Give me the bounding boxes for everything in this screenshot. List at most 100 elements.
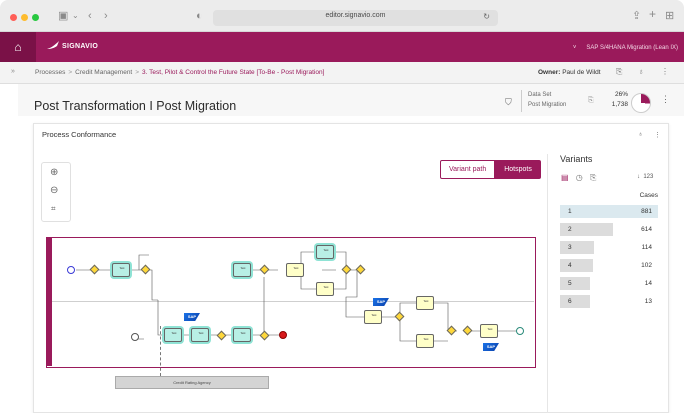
sort-control[interactable]: ↓ 123 bbox=[637, 174, 653, 180]
variants-title: Variants bbox=[560, 154, 593, 164]
task-label: Task bbox=[240, 267, 246, 270]
breadcrumb: Processes > Credit Management >3. Test, Pil… bbox=[35, 69, 324, 76]
variant-cases-bar bbox=[560, 259, 594, 272]
dataset-selector[interactable]: Data Set Post Migration ⎘ bbox=[521, 90, 594, 112]
variant-row[interactable]: 2 614 bbox=[560, 223, 658, 236]
copy-icon[interactable]: ⎘ bbox=[590, 173, 596, 182]
process-diagram[interactable]: Task Task Task SAP Task Task Task Task T… bbox=[46, 237, 536, 368]
breadcrumb-current[interactable]: 3. Test, Pilot & Control the Future Stat… bbox=[142, 69, 324, 76]
bpmn-task[interactable]: Task bbox=[233, 263, 251, 277]
bulb-icon[interactable]: ♁ bbox=[638, 67, 644, 76]
task-label: Task bbox=[240, 332, 246, 335]
bulb-icon[interactable]: ♁ bbox=[638, 131, 643, 138]
bpmn-task[interactable]: Task bbox=[316, 282, 334, 296]
clock-icon[interactable]: ◷ bbox=[576, 173, 583, 182]
workspace-selector[interactable]: ˅ SAP S/4HANA Migration (Lean IX) bbox=[573, 45, 678, 51]
breadcrumb-item[interactable]: Credit Management bbox=[75, 69, 132, 76]
tab-overview-icon[interactable]: ⊞ bbox=[665, 9, 674, 23]
coverage-pie-icon bbox=[631, 93, 651, 113]
message-end-event[interactable] bbox=[516, 327, 524, 335]
forward-icon[interactable]: › bbox=[104, 9, 108, 23]
variant-row[interactable]: 1 881 bbox=[560, 205, 658, 218]
maximize-window-button[interactable] bbox=[32, 14, 39, 21]
expand-sidebar-icon[interactable]: » bbox=[11, 68, 15, 75]
back-icon[interactable]: ‹ bbox=[88, 9, 92, 23]
task-label: Task bbox=[323, 249, 329, 252]
bpmn-task[interactable]: Task bbox=[480, 324, 498, 338]
home-icon[interactable]: ⌂ bbox=[0, 32, 36, 62]
more-options-icon[interactable]: ⋮ bbox=[661, 67, 669, 76]
credit-rating-agency-pool[interactable]: Credit Rating Agency bbox=[115, 376, 269, 389]
task-label: Task bbox=[293, 267, 299, 270]
url-text: editor.signavio.com bbox=[325, 12, 386, 19]
zoom-toolbar: ⊕ ⊖ ⌗ bbox=[41, 162, 71, 222]
variants-panel: Variants ▤ ◷ ⎘ ↓ 123 Cases 1 881 2 614 3 114 4… bbox=[560, 154, 660, 308]
workspace-name: SAP S/4HANA Migration (Lean IX) bbox=[586, 45, 678, 51]
start-event[interactable] bbox=[67, 266, 75, 274]
close-window-button[interactable] bbox=[10, 14, 17, 21]
variant-cases: 114 bbox=[641, 244, 652, 251]
bpmn-task[interactable]: Task bbox=[286, 263, 304, 277]
variant-cases-bar bbox=[560, 295, 590, 308]
signavio-logo[interactable]: SIGNAVIO bbox=[47, 41, 98, 50]
task-label: Task bbox=[119, 267, 125, 270]
variant-index: 5 bbox=[568, 280, 572, 287]
dashboard-header: Post Transformation I Post Migration ⛉ D… bbox=[18, 84, 684, 116]
chevron-down-icon[interactable]: ⌄ bbox=[72, 9, 79, 23]
privacy-shield-icon[interactable]: ◐ bbox=[196, 9, 203, 23]
task-label: Task bbox=[423, 338, 429, 341]
bpmn-task[interactable]: Task bbox=[316, 245, 334, 259]
bpmn-task[interactable]: Task bbox=[416, 296, 434, 310]
bpmn-task[interactable]: Task bbox=[112, 263, 130, 277]
variant-cases-bar bbox=[560, 241, 594, 254]
fit-to-screen-icon[interactable]: ⌗ bbox=[51, 204, 56, 214]
variant-index: 1 bbox=[568, 208, 572, 215]
filter-icon[interactable]: ⛉ bbox=[505, 97, 512, 108]
variant-row[interactable]: 4 102 bbox=[560, 259, 658, 272]
share-icon[interactable]: ⎘ bbox=[616, 67, 622, 77]
sort-down-icon: ↓ bbox=[637, 174, 640, 180]
owner-name: Paul de Wildt bbox=[562, 69, 601, 76]
more-options-icon[interactable]: ⋮ bbox=[661, 94, 670, 105]
end-event[interactable] bbox=[279, 331, 287, 339]
variant-index: 4 bbox=[568, 262, 572, 269]
hotspots-button[interactable]: Hotspots bbox=[495, 160, 541, 179]
card-title: Process Conformance bbox=[42, 130, 117, 139]
bpmn-task[interactable]: Task bbox=[364, 310, 382, 324]
variant-cases: 102 bbox=[641, 262, 652, 269]
message-flow bbox=[160, 326, 161, 376]
owner-info: Owner: Paul de Wildt bbox=[538, 69, 601, 76]
variant-row[interactable]: 5 14 bbox=[560, 277, 658, 290]
task-label: Task bbox=[487, 328, 493, 331]
zoom-out-icon[interactable]: ⊖ bbox=[50, 185, 58, 196]
chevron-down-icon: ˅ bbox=[572, 45, 577, 51]
bpmn-task[interactable]: Task bbox=[191, 328, 209, 342]
view-toggle: Variant path Hotspots bbox=[440, 160, 541, 179]
bpmn-task[interactable]: Task bbox=[416, 334, 434, 348]
sidebar-toggle-icon[interactable]: ▣ bbox=[58, 9, 68, 23]
coverage-count: 1,738 bbox=[611, 101, 628, 108]
variant-cases: 14 bbox=[644, 280, 652, 287]
variant-cases-bar bbox=[560, 277, 590, 290]
table-view-icon[interactable]: ▤ bbox=[561, 173, 569, 182]
breadcrumb-separator: > bbox=[68, 69, 73, 76]
copy-icon[interactable]: ⎘ bbox=[588, 97, 594, 105]
breadcrumb-bar: » Processes > Credit Management >3. Test, P… bbox=[0, 62, 684, 84]
share-icon[interactable]: ⇪ bbox=[632, 9, 641, 23]
variant-row[interactable]: 6 13 bbox=[560, 295, 658, 308]
variant-count: 123 bbox=[643, 174, 654, 180]
intermediate-event[interactable] bbox=[131, 333, 139, 341]
variant-row[interactable]: 3 114 bbox=[560, 241, 658, 254]
breadcrumb-item[interactable]: Processes bbox=[35, 69, 65, 76]
bpmn-task[interactable]: Task bbox=[164, 328, 182, 342]
zoom-in-icon[interactable]: ⊕ bbox=[50, 167, 58, 178]
bpmn-task[interactable]: Task bbox=[233, 328, 251, 342]
more-options-icon[interactable]: ⋮ bbox=[654, 131, 661, 139]
variant-path-button[interactable]: Variant path bbox=[440, 160, 496, 179]
reload-icon[interactable]: ↻ bbox=[483, 12, 490, 21]
address-bar[interactable]: editor.signavio.com ↻ bbox=[213, 10, 498, 26]
variant-cases: 13 bbox=[644, 298, 652, 305]
minimize-window-button[interactable] bbox=[21, 14, 28, 21]
new-tab-icon[interactable]: + bbox=[649, 7, 656, 21]
task-label: Task bbox=[198, 332, 204, 335]
